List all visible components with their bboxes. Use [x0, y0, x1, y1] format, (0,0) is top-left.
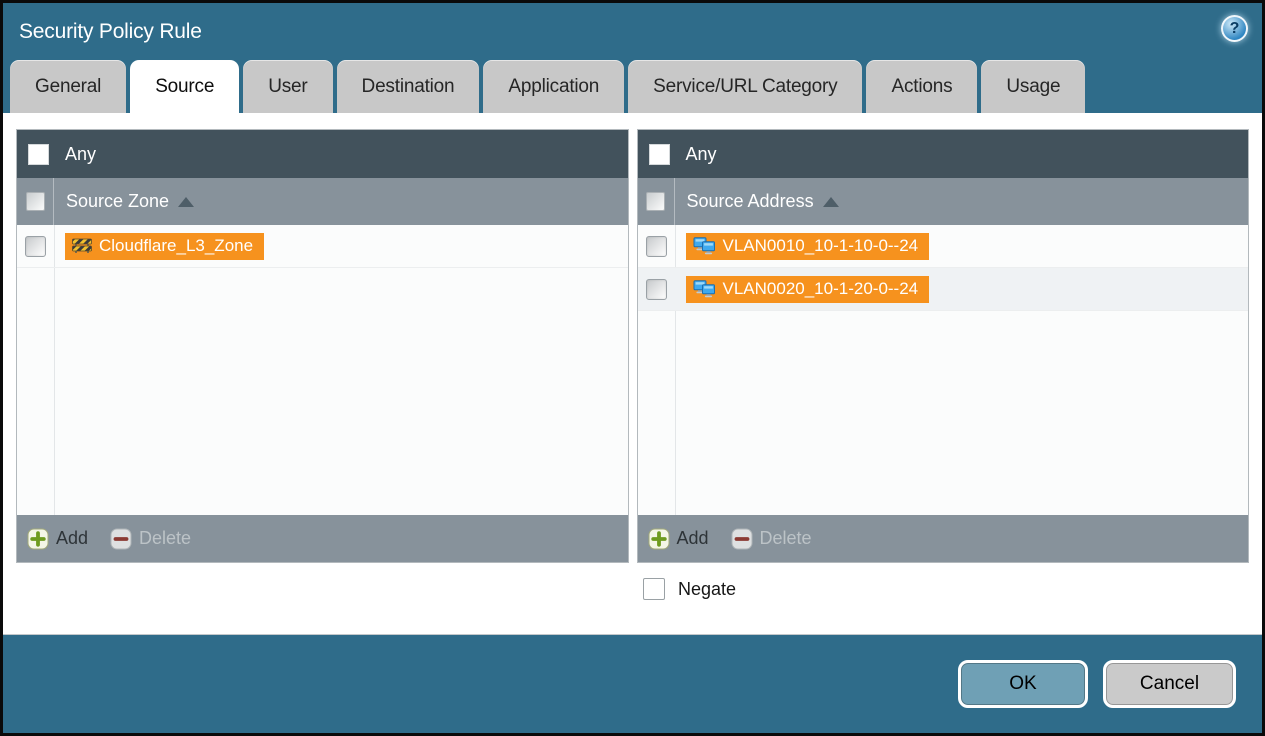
tab-actions[interactable]: Actions: [866, 60, 978, 113]
source-address-panel: Any Source Address VLAN0010_10-1-10-0--2…: [636, 129, 1249, 563]
row-checkbox[interactable]: [645, 235, 667, 257]
dialog-footer: OK Cancel: [3, 635, 1262, 733]
ok-button[interactable]: OK: [958, 660, 1088, 708]
tab-destination[interactable]: Destination: [336, 60, 480, 113]
table-row[interactable]: VLAN0020_10-1-20-0--24: [637, 268, 1248, 311]
source-zone-rows: Cloudflare_L3_Zone: [17, 225, 628, 515]
sort-ascending-icon[interactable]: [822, 196, 839, 207]
source-zone-column-header[interactable]: Source Zone: [17, 178, 628, 225]
add-label: Add: [56, 528, 89, 548]
security-policy-rule-dialog: Security Policy Rule ? General Source Us…: [3, 3, 1262, 733]
source-address-column-label: Source Address: [686, 191, 814, 211]
address-object-chip[interactable]: VLAN0010_10-1-10-0--24: [685, 232, 930, 260]
help-icon[interactable]: ?: [1221, 15, 1248, 42]
tab-content-source: Any Source Zone Cloudflare_L3_Zone Add D…: [3, 113, 1262, 635]
row-checkbox-cell: [17, 235, 54, 257]
delete-label: Delete: [139, 528, 192, 548]
source-address-any-checkbox[interactable]: [648, 143, 670, 165]
tab-application[interactable]: Application: [483, 60, 625, 113]
source-address-select-all-cell: [638, 178, 675, 225]
source-address-column-header[interactable]: Source Address: [637, 178, 1248, 225]
tab-service-url-category[interactable]: Service/URL Category: [628, 60, 863, 113]
source-zone-select-all-cell: [17, 178, 54, 225]
sort-ascending-icon[interactable]: [178, 196, 195, 207]
add-address-button[interactable]: Add: [648, 528, 709, 550]
add-icon: [648, 528, 670, 550]
negate-row: Negate: [643, 578, 1249, 600]
source-zone-toolbar: Add Delete: [17, 515, 628, 562]
column-divider: [54, 225, 55, 515]
zone-name: Cloudflare_L3_Zone: [99, 236, 254, 255]
table-row[interactable]: Cloudflare_L3_Zone: [17, 225, 628, 268]
source-zone-column-label: Source Zone: [66, 191, 170, 211]
address-icon: [693, 237, 716, 255]
zone-object-chip[interactable]: Cloudflare_L3_Zone: [65, 232, 265, 260]
add-zone-button[interactable]: Add: [27, 528, 88, 550]
footer-buttons: OK Cancel: [958, 660, 1236, 708]
source-zone-any-checkbox[interactable]: [28, 143, 49, 165]
row-checkbox[interactable]: [645, 278, 667, 300]
tab-general[interactable]: General: [10, 60, 127, 113]
delete-label: Delete: [759, 528, 812, 548]
tab-user[interactable]: User: [243, 60, 333, 113]
panels-container: Any Source Zone Cloudflare_L3_Zone Add D…: [16, 129, 1249, 563]
zone-icon: [72, 238, 92, 254]
row-checkbox-cell: [638, 235, 675, 257]
source-zone-any-bar: Any: [17, 130, 628, 178]
address-object-chip[interactable]: VLAN0020_10-1-20-0--24: [685, 275, 930, 303]
dialog-titlebar: Security Policy Rule ?: [3, 3, 1262, 60]
cancel-button[interactable]: Cancel: [1103, 660, 1236, 708]
tab-source[interactable]: Source: [130, 60, 240, 113]
source-zone-any-label: Any: [65, 143, 97, 164]
source-address-rows: VLAN0010_10-1-10-0--24 VLAN0020_10-1-20-…: [637, 225, 1248, 515]
table-row[interactable]: VLAN0010_10-1-10-0--24: [637, 225, 1248, 268]
source-address-any-label: Any: [685, 143, 717, 164]
dialog-title: Security Policy Rule: [19, 19, 202, 43]
tab-usage[interactable]: Usage: [981, 60, 1086, 113]
row-checkbox-cell: [638, 278, 675, 300]
row-checkbox[interactable]: [25, 235, 46, 257]
source-zone-panel: Any Source Zone Cloudflare_L3_Zone Add D…: [16, 129, 629, 563]
delete-address-button[interactable]: Delete: [731, 528, 812, 550]
negate-checkbox[interactable]: [643, 578, 665, 600]
delete-zone-button[interactable]: Delete: [110, 528, 191, 550]
address-name: VLAN0010_10-1-10-0--24: [722, 236, 919, 255]
source-address-toolbar: Add Delete: [637, 515, 1248, 562]
screen: Security Policy Rule ? General Source Us…: [0, 0, 1265, 736]
source-zone-select-all-checkbox[interactable]: [25, 192, 45, 211]
tab-bar: General Source User Destination Applicat…: [3, 60, 1262, 113]
source-address-any-bar: Any: [637, 130, 1248, 178]
source-address-select-all-checkbox[interactable]: [646, 192, 665, 211]
add-label: Add: [676, 528, 709, 548]
address-name: VLAN0020_10-1-20-0--24: [722, 279, 919, 298]
address-icon: [693, 280, 716, 298]
delete-icon: [110, 528, 132, 550]
add-icon: [27, 528, 49, 550]
delete-icon: [731, 528, 753, 550]
negate-label: Negate: [678, 578, 737, 599]
